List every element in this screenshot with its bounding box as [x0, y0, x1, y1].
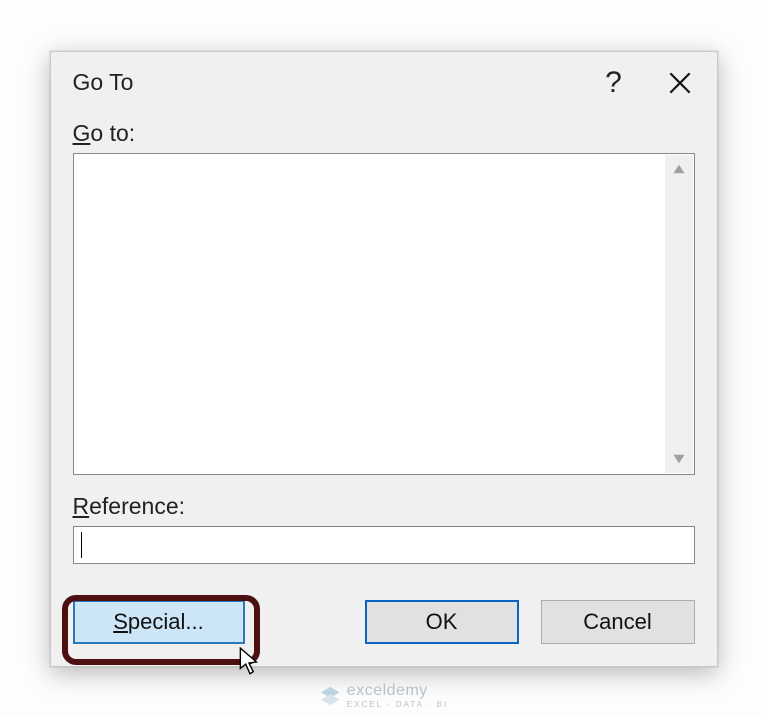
scroll-down-button[interactable]: [665, 445, 693, 473]
ok-button-text: OK: [426, 609, 458, 635]
close-button[interactable]: [647, 54, 713, 112]
chevron-down-icon: [672, 452, 686, 466]
reference-input[interactable]: [73, 526, 695, 564]
text-caret: [81, 532, 83, 558]
watermark-text-wrap: exceldemy EXCEL · DATA · BI: [347, 682, 448, 709]
help-button[interactable]: ?: [581, 54, 647, 112]
goto-label-text: o to:: [90, 120, 135, 146]
watermark-tagline: EXCEL · DATA · BI: [347, 700, 448, 709]
reference-label-accel: R: [73, 493, 90, 519]
cancel-button[interactable]: Cancel: [541, 600, 695, 644]
chevron-up-icon: [672, 162, 686, 176]
reference-input-wrap: [73, 526, 695, 564]
special-button[interactable]: Special...: [73, 600, 245, 644]
help-icon: ?: [605, 66, 622, 100]
titlebar: Go To ?: [51, 52, 717, 114]
ok-button[interactable]: OK: [365, 600, 519, 644]
scroll-up-button[interactable]: [665, 155, 693, 183]
special-button-accel: S: [113, 609, 128, 635]
cancel-button-text: Cancel: [583, 609, 651, 635]
goto-listbox[interactable]: [73, 153, 695, 475]
dialog-body: Go to: Reference:: [51, 114, 717, 582]
watermark-brand: exceldemy: [347, 682, 428, 699]
listbox-scrollbar[interactable]: [665, 155, 693, 473]
special-button-text: pecial...: [128, 609, 204, 635]
reference-label-text: eference:: [89, 493, 185, 519]
reference-section: Reference:: [73, 493, 695, 564]
close-icon: [669, 72, 691, 94]
watermark: exceldemy EXCEL · DATA · BI: [319, 682, 448, 709]
button-row: Special... OK Cancel: [51, 582, 717, 666]
button-spacer: [267, 600, 343, 644]
reference-label: Reference:: [73, 493, 695, 520]
dialog-title: Go To: [73, 69, 581, 96]
goto-label: Go to:: [73, 120, 695, 147]
goto-dialog: Go To ? Go to: R: [50, 51, 718, 667]
watermark-icon: [319, 685, 341, 707]
goto-label-accel: G: [73, 120, 91, 146]
